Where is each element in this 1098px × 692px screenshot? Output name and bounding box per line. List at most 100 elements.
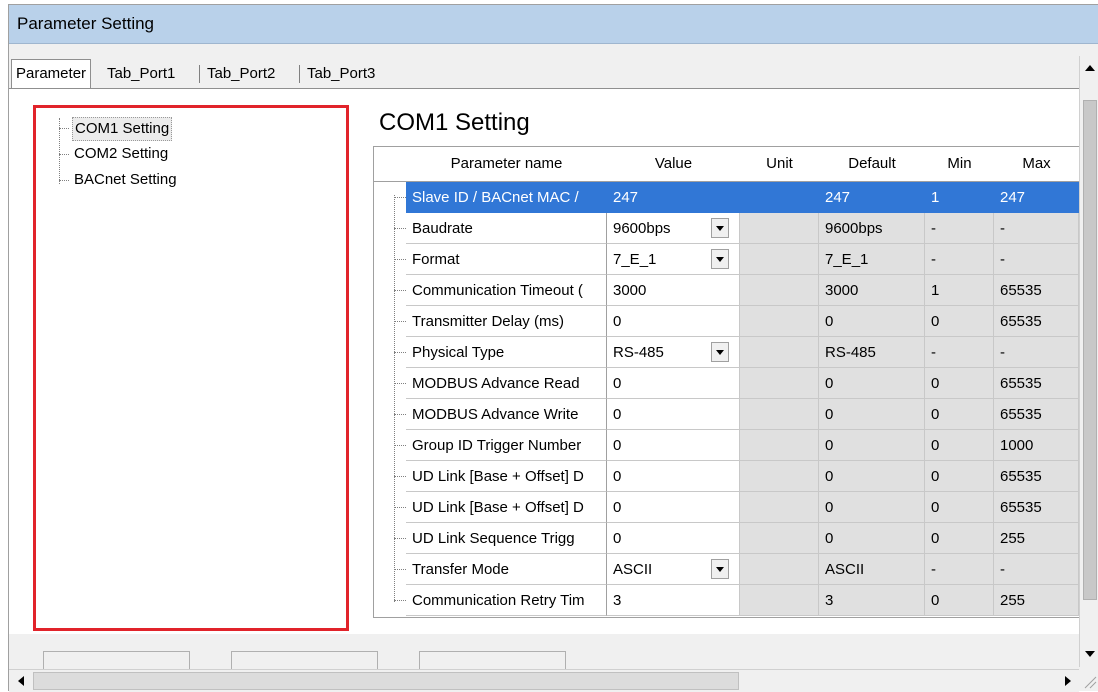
tree-item-com2-setting[interactable]: COM2 Setting <box>72 143 170 165</box>
tree-item-bacnet-setting[interactable]: BACnet Setting <box>72 169 179 191</box>
grid-tree-connector <box>394 507 406 508</box>
table-row[interactable]: UD Link [Base + Offset] D 0 0 0 65535 <box>374 492 1079 523</box>
table-row[interactable]: Baudrate 9600bps 9600bps - - <box>374 213 1079 244</box>
param-value-cell-text: 3000 <box>613 282 647 299</box>
param-value-cell-text: 0 <box>613 406 622 423</box>
param-value-cell[interactable]: 3 <box>607 585 740 616</box>
tree-connector <box>59 128 69 129</box>
scroll-up-arrow-icon[interactable] <box>1082 60 1098 76</box>
scroll-down-arrow-icon[interactable] <box>1082 646 1098 662</box>
param-name-cell: Communication Timeout ( <box>406 275 607 306</box>
param-value-cell[interactable]: 3000 <box>607 275 740 306</box>
param-name-cell: UD Link [Base + Offset] D <box>406 492 607 523</box>
table-row[interactable]: Slave ID / BACnet MAC / 247 247 1 247 <box>374 182 1079 213</box>
table-row[interactable]: Communication Timeout (3000 3000 1 65535 <box>374 275 1079 306</box>
param-value-cell[interactable]: ASCII <box>607 554 740 585</box>
param-default-cell: 0 <box>819 306 925 337</box>
table-row[interactable]: Group ID Trigger Number 0 0 0 1000 <box>374 430 1079 461</box>
scroll-right-arrow-icon[interactable] <box>1059 673 1075 689</box>
vertical-scroll-thumb[interactable] <box>1083 100 1097 600</box>
param-default-cell-text: 0 <box>825 406 834 423</box>
grid-tree-connector <box>394 476 406 477</box>
param-max-cell: 65535 <box>994 368 1079 399</box>
param-name-cell-text: Baudrate <box>412 220 473 237</box>
tab-port3[interactable]: Tab_Port3 <box>303 61 379 87</box>
table-row[interactable]: Transmitter Delay (ms) 0 0 0 65535 <box>374 306 1079 337</box>
param-max-cell: 247 <box>994 182 1079 213</box>
param-default-cell: 9600bps <box>819 213 925 244</box>
tab-parameter[interactable]: Parameter <box>11 59 92 89</box>
param-value-cell[interactable]: 0 <box>607 368 740 399</box>
header-value[interactable]: Value <box>607 147 741 182</box>
param-max-cell-text: - <box>1000 251 1005 268</box>
scroll-left-arrow-icon[interactable] <box>13 673 29 689</box>
param-name-cell-text: Communication Timeout ( <box>412 282 583 299</box>
param-default-cell: RS-485 <box>819 337 925 368</box>
header-unit[interactable]: Unit <box>740 147 820 182</box>
window-title: Parameter Setting <box>17 14 155 33</box>
resize-grip-icon[interactable] <box>1083 673 1097 689</box>
tab-strip: Parameter Tab_Port1 Tab_Port2 Tab_Port3 <box>9 59 1079 89</box>
param-min-cell: 0 <box>925 523 994 554</box>
param-name-cell: Group ID Trigger Number <box>406 430 607 461</box>
param-max-cell-text: 255 <box>1000 592 1026 609</box>
param-unit-cell <box>740 368 819 399</box>
param-value-cell-text: RS-485 <box>613 344 664 361</box>
param-min-cell-text: - <box>931 344 936 361</box>
header-max[interactable]: Max <box>994 147 1079 182</box>
table-row[interactable]: UD Link Sequence Trigg 0 0 0 255 <box>374 523 1079 554</box>
param-value-cell[interactable]: 0 <box>607 461 740 492</box>
table-row[interactable]: Format 7_E_1 7_E_1 - - <box>374 244 1079 275</box>
param-name-cell: Physical Type <box>406 337 607 368</box>
param-name-cell-text: UD Link Sequence Trigg <box>412 530 575 547</box>
header-parameter-name[interactable]: Parameter name <box>406 147 608 182</box>
param-value-cell-text: 0 <box>613 468 622 485</box>
tab-port2[interactable]: Tab_Port2 <box>203 61 279 87</box>
vertical-scrollbar[interactable] <box>1079 56 1098 667</box>
param-min-cell-text: 0 <box>931 499 940 516</box>
param-value-cell[interactable]: 0 <box>607 430 740 461</box>
param-max-cell-text: - <box>1000 220 1005 237</box>
table-row[interactable]: UD Link [Base + Offset] D 0 0 0 65535 <box>374 461 1079 492</box>
param-min-cell: 0 <box>925 492 994 523</box>
param-value-cell[interactable]: 9600bps <box>607 213 740 244</box>
param-value-cell[interactable]: 0 <box>607 399 740 430</box>
tab-port1[interactable]: Tab_Port1 <box>103 61 179 87</box>
dropdown-arrow-icon[interactable] <box>711 249 729 269</box>
param-value-cell[interactable]: 0 <box>607 492 740 523</box>
param-value-cell[interactable]: 7_E_1 <box>607 244 740 275</box>
table-row[interactable]: Communication Retry Tim 3 3 0 255 <box>374 585 1079 616</box>
param-default-cell-text: 9600bps <box>825 220 883 237</box>
horizontal-scroll-thumb[interactable] <box>33 672 739 690</box>
param-min-cell: 0 <box>925 306 994 337</box>
table-row[interactable]: MODBUS Advance Read 0 0 0 65535 <box>374 368 1079 399</box>
param-unit-cell <box>740 182 819 213</box>
grid-tree-connector <box>394 445 406 446</box>
dropdown-arrow-icon[interactable] <box>711 559 729 579</box>
param-value-cell[interactable]: 0 <box>607 523 740 554</box>
bottom-button[interactable] <box>43 651 190 669</box>
param-value-cell[interactable]: RS-485 <box>607 337 740 368</box>
bottom-button[interactable] <box>419 651 566 669</box>
param-max-cell: 65535 <box>994 492 1079 523</box>
header-min[interactable]: Min <box>925 147 995 182</box>
table-row[interactable]: MODBUS Advance Write 0 0 0 65535 <box>374 399 1079 430</box>
tab-separator <box>199 65 200 83</box>
header-default[interactable]: Default <box>819 147 926 182</box>
bottom-button[interactable] <box>231 651 378 669</box>
param-max-cell: - <box>994 337 1079 368</box>
param-value-cell[interactable]: 247 <box>607 182 740 213</box>
param-name-cell-text: UD Link [Base + Offset] D <box>412 499 584 516</box>
dropdown-arrow-icon[interactable] <box>711 218 729 238</box>
grid-tree-connector <box>394 569 406 570</box>
dropdown-arrow-icon[interactable] <box>711 342 729 362</box>
horizontal-scrollbar[interactable] <box>9 669 1079 692</box>
param-value-cell[interactable]: 0 <box>607 306 740 337</box>
table-row[interactable]: Physical Type RS-485 RS-485 - - <box>374 337 1079 368</box>
table-row[interactable]: Transfer Mode ASCII ASCII - - <box>374 554 1079 585</box>
param-max-cell-text: - <box>1000 344 1005 361</box>
param-min-cell-text: 1 <box>931 189 940 206</box>
tree-item-com1-setting[interactable]: COM1 Setting <box>72 117 173 141</box>
param-max-cell: 255 <box>994 523 1079 554</box>
param-default-cell: 0 <box>819 492 925 523</box>
